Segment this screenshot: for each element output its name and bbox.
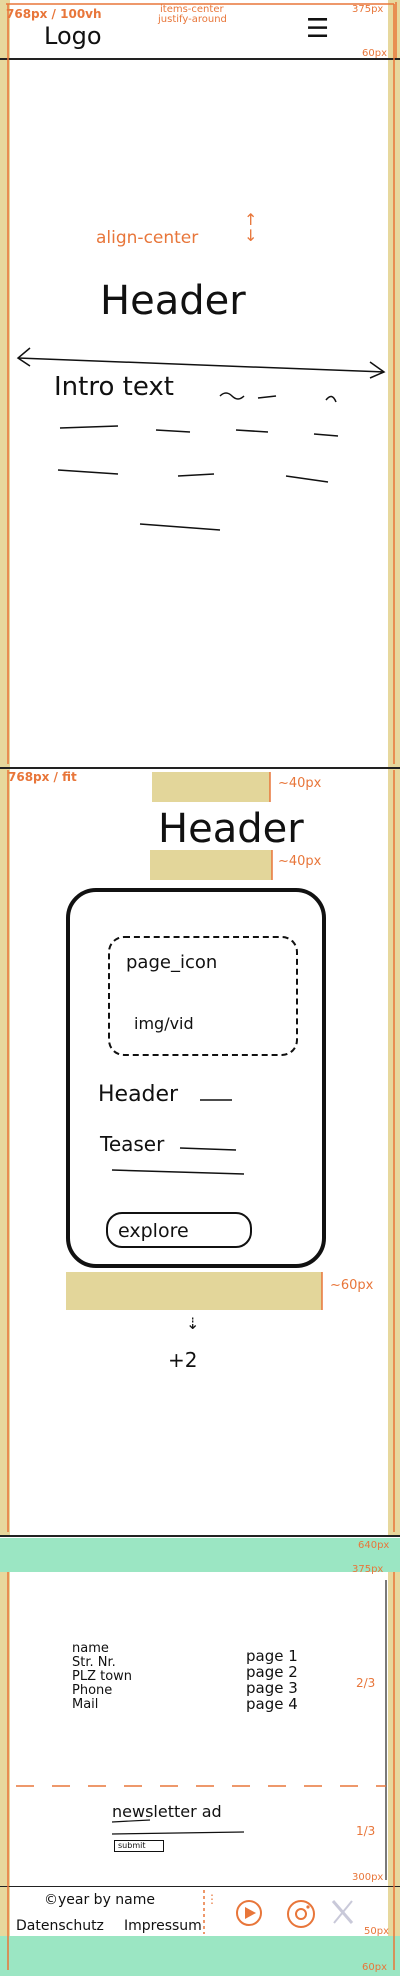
legal-height-marker: ⋮ [206,1892,218,1906]
logo[interactable]: Logo [44,22,102,50]
footer-height-note: 640px [358,1540,390,1551]
impressum-link[interactable]: Impressum [124,1918,202,1934]
x-icon[interactable] [330,1898,356,1926]
footer-inner-height-note: 300px [352,1872,384,1883]
cards-section: 768px / fit ~40px Header ~40px page_icon… [0,768,400,1536]
contact-street: Str. Nr. [72,1655,116,1670]
cards-height-note: 768px / fit [8,770,77,784]
hamburger-menu-icon[interactable]: ☰ [306,14,329,44]
footer-page-links: page 1 page 2 page 3 page 4 [246,1648,298,1712]
contact-mail[interactable]: Mail [72,1698,132,1712]
bottom-spacer-note: ~60px [330,1278,374,1293]
top-spacer-note: ~40px [278,776,322,791]
footer-link-page-1[interactable]: page 1 [246,1648,298,1664]
hero-left-margin [0,0,10,768]
contact-phone[interactable]: Phone [72,1684,132,1698]
footer-contact: name Str. Nr. PLZ town Phone Mail [72,1642,132,1712]
card-teaser: Teaser [100,1132,165,1156]
bottom-spacer [66,1272,322,1310]
header-divider [0,58,400,60]
cards-left-margin [0,768,10,1536]
footer-link-page-3[interactable]: page 3 [246,1680,298,1696]
ratio-top-note: 2/3 [356,1676,376,1690]
footer-link-page-2[interactable]: page 2 [246,1664,298,1680]
instagram-icon[interactable] [284,1898,318,1930]
vertical-arrows-icon: ↑ ↓ [244,210,258,245]
footer-width-note: 375px [352,1564,384,1575]
mid-spacer-note: ~40px [278,854,322,869]
datenschutz-link[interactable]: Datenschutz [16,1918,104,1934]
mid-spacer [150,850,272,880]
page-icon-label: page_icon [126,952,218,973]
explore-button[interactable]: explore [106,1212,252,1248]
hero-right-margin [388,0,400,768]
ratio-bottom-note: 1/3 [356,1824,376,1838]
footer-bottom-band [0,1936,400,1976]
footer-bottom-note: 60px [362,1962,387,1973]
align-center-note: align-center [96,228,199,248]
footer-left-margin [0,1572,10,1976]
contact-name: name [72,1641,109,1656]
newsletter-submit-button[interactable]: submit [114,1840,164,1852]
top-spacer [152,772,270,802]
img-vid-label: img/vid [134,1014,194,1033]
hero-height-note: 768px / 100vh [6,7,102,21]
hero-width-note: 375px [352,4,384,15]
cards-title: Header [158,806,304,852]
card[interactable]: page_icon img/vid Header Teaser explore [66,888,326,1268]
footer-right-margin [388,1572,400,1976]
cards-right-margin [388,768,400,1536]
contact-town: PLZ town [72,1669,133,1684]
footer-bottom-divider [0,1886,400,1887]
hero-section: 768px / 100vh items-center justify-aroun… [0,0,400,768]
newsletter-submit-label: submit [118,1841,146,1850]
hero-title: Header [100,278,246,324]
more-cards-note: +2 [168,1348,198,1372]
explore-button-label: explore [118,1220,189,1242]
newsletter-ad: newsletter ad [112,1802,222,1821]
hero-intro-text: Intro text [54,372,174,402]
card-header: Header [98,1082,179,1107]
repeat-arrow-icon: ⇣ [186,1314,200,1333]
youtube-icon[interactable] [234,1898,264,1928]
footer-top-band [0,1538,400,1572]
hero-justify-note: justify-around [158,14,227,25]
copyright: ©year by name [44,1892,156,1908]
footer-link-page-4[interactable]: page 4 [246,1696,298,1712]
